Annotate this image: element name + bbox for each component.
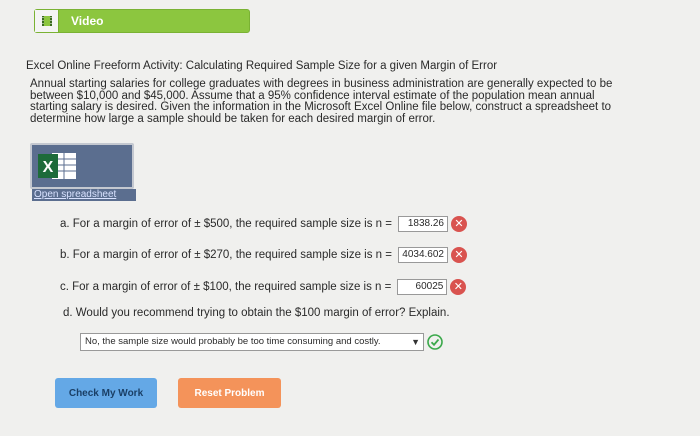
paragraph-line: determine how large a sample should be t…	[30, 112, 436, 125]
problem-paragraph: Annual starting salaries for college gra…	[30, 78, 670, 125]
question-b-text: b. For a margin of error of ± $270, the …	[60, 249, 392, 261]
chevron-down-icon: ▼	[411, 337, 420, 347]
question-b: b. For a margin of error of ± $270, the …	[60, 245, 467, 265]
video-label: Video	[71, 14, 104, 28]
question-c-text: c. For a margin of error of ± $100, the …	[60, 281, 392, 293]
question-c: c. For a margin of error of ± $100, the …	[60, 277, 467, 297]
answer-b-input[interactable]: 4034.602	[397, 247, 448, 263]
video-button[interactable]: Video	[34, 9, 250, 33]
activity-title: Excel Online Freeform Activity: Calculat…	[26, 60, 498, 72]
answer-c-input[interactable]: 60025	[397, 279, 448, 295]
incorrect-icon: ✕	[450, 279, 467, 295]
paragraph-line: starting salary is desired. Given the in…	[30, 101, 612, 113]
answer-d-select[interactable]: No, the sample size would probably be to…	[80, 333, 424, 351]
paragraph-line: Annual starting salaries for college gra…	[30, 78, 613, 90]
answer-a-input[interactable]: 1838.26	[397, 216, 448, 232]
question-a: a. For a margin of error of ± $500, the …	[60, 214, 467, 234]
question-d-text: d. Would you recommend trying to obtain …	[63, 307, 450, 319]
check-my-work-button[interactable]: Check My Work	[55, 378, 157, 408]
incorrect-icon: ✕	[450, 247, 467, 263]
excel-icon: X	[38, 151, 78, 186]
svg-text:X: X	[43, 159, 54, 176]
open-spreadsheet-link[interactable]: Open spreadsheet	[32, 189, 136, 201]
film-icon	[35, 10, 59, 32]
answer-d-selected: No, the sample size would probably be to…	[85, 336, 381, 347]
correct-check-icon	[427, 334, 443, 355]
incorrect-icon: ✕	[450, 216, 467, 232]
spreadsheet-card[interactable]: X	[30, 143, 134, 189]
question-a-text: a. For a margin of error of ± $500, the …	[60, 218, 392, 230]
reset-problem-button[interactable]: Reset Problem	[178, 378, 281, 408]
